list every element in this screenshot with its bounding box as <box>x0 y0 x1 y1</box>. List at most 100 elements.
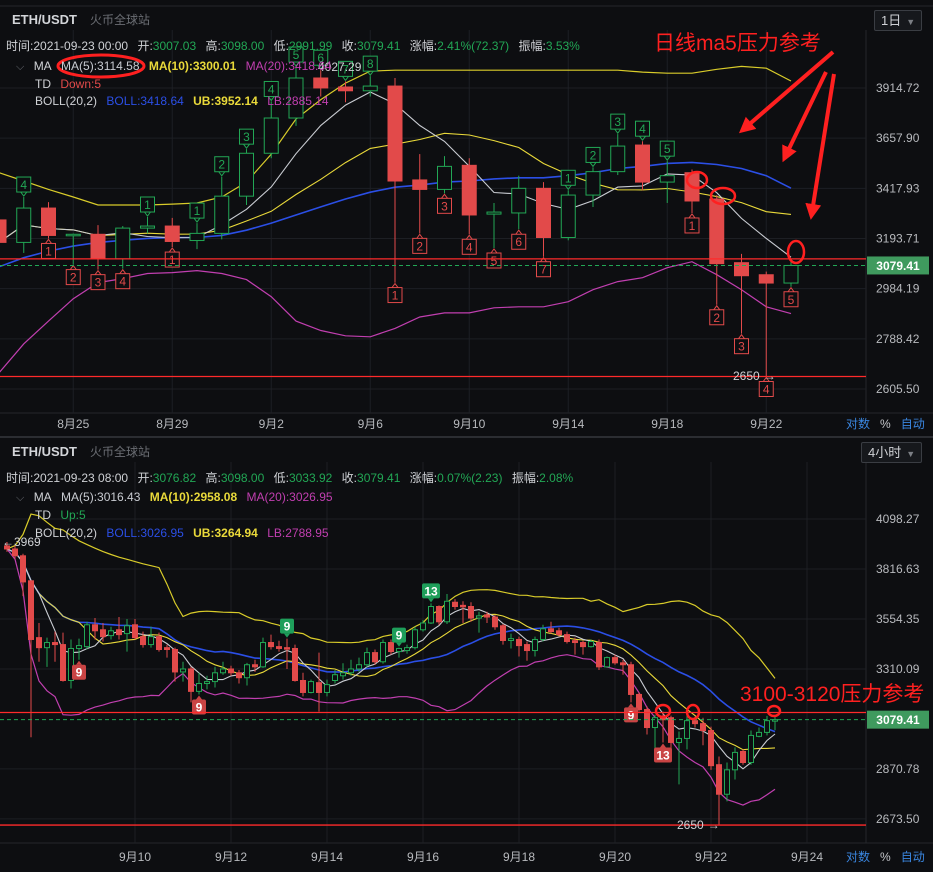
auto-scale-toggle[interactable]: 自动 <box>901 417 925 431</box>
candle-down[interactable] <box>292 644 298 682</box>
candle-down[interactable] <box>580 640 586 655</box>
candle-up[interactable] <box>748 730 754 765</box>
candle-up[interactable] <box>604 656 610 668</box>
candle-down[interactable] <box>0 215 7 245</box>
candle-down[interactable] <box>284 638 290 669</box>
candle-down[interactable] <box>268 634 274 650</box>
candle-up[interactable] <box>437 156 452 194</box>
candle-up[interactable] <box>486 202 502 248</box>
ma-indicator-row[interactable]: ⌵ MA MA(5):3114.58 MA(10):3300.01 MA(20)… <box>16 58 338 75</box>
log-scale-toggle[interactable]: 对数 <box>846 417 870 431</box>
charts-canvas[interactable]: 8月25 8月29 9月2 9月6 9月10 9月14 9月18 9月223914.72365… <box>0 0 933 872</box>
candle-down[interactable] <box>436 605 442 625</box>
candle-down[interactable] <box>716 756 722 826</box>
candle-down[interactable] <box>644 706 650 735</box>
candle-down[interactable] <box>492 614 498 630</box>
candle-down[interactable] <box>228 665 234 676</box>
interval-dropdown[interactable]: 1日 ▼ <box>874 10 923 31</box>
percent-toggle[interactable]: % <box>880 417 891 431</box>
candle-up[interactable] <box>420 620 426 632</box>
candle-down[interactable] <box>635 141 650 191</box>
candle-up[interactable] <box>404 644 410 654</box>
candle-down[interactable] <box>596 639 602 671</box>
candle-down[interactable] <box>132 619 138 640</box>
candle-up[interactable] <box>196 672 202 695</box>
candle-down[interactable] <box>276 640 282 652</box>
candle-down[interactable] <box>628 661 634 703</box>
candle-down[interactable] <box>116 617 122 640</box>
candle-up[interactable] <box>428 603 434 624</box>
candle-up[interactable] <box>239 149 254 205</box>
candle-down[interactable] <box>412 154 428 234</box>
candle-down[interactable] <box>516 636 522 657</box>
candle-up[interactable] <box>380 639 386 664</box>
candle-up[interactable] <box>783 261 799 287</box>
candle-down[interactable] <box>90 225 106 270</box>
candle-down[interactable] <box>740 749 746 765</box>
candle-up[interactable] <box>444 593 450 624</box>
candle-up[interactable] <box>476 611 482 633</box>
chevron-down-icon[interactable]: ⌵ <box>16 492 24 504</box>
candle-down[interactable] <box>452 599 458 610</box>
candle-up[interactable] <box>756 727 762 738</box>
candle-down[interactable] <box>20 553 26 597</box>
candle-down[interactable] <box>36 622 42 662</box>
candle-up[interactable] <box>263 101 279 159</box>
interval-dropdown[interactable]: 4小时 ▼ <box>861 442 923 463</box>
four-hour-chart[interactable]: 9月10 9月12 9月14 9月16 9月18 9月20 9月22 9月24 4098.27 3… <box>0 462 929 864</box>
candle-up[interactable] <box>76 638 82 660</box>
candle-up[interactable] <box>732 747 738 780</box>
candle-up[interactable] <box>108 626 114 640</box>
plot-area[interactable]: 9 9 13 9 9 9 13 <box>4 513 778 826</box>
candle-up[interactable] <box>560 190 576 241</box>
ma-indicator-row[interactable]: ⌵ MA MA(5):3016.43 MA(10):2958.08 MA(20)… <box>16 489 339 506</box>
candle-down[interactable] <box>572 637 578 655</box>
candle-up[interactable] <box>764 715 770 736</box>
candle-down[interactable] <box>460 601 466 623</box>
candle-up[interactable] <box>585 167 601 207</box>
candle-up[interactable] <box>724 762 730 802</box>
candle-down[interactable] <box>708 726 714 770</box>
candle-up[interactable] <box>16 197 32 253</box>
candle-down[interactable] <box>500 623 506 645</box>
candle-up[interactable] <box>214 176 230 240</box>
candle-up[interactable] <box>148 626 154 648</box>
candle-up[interactable] <box>180 661 186 682</box>
candle-up[interactable] <box>324 679 330 697</box>
candle-down[interactable] <box>41 202 56 239</box>
candle-down[interactable] <box>564 631 570 644</box>
candle-down[interactable] <box>338 81 353 103</box>
candle-down[interactable] <box>758 271 774 377</box>
candle-down[interactable] <box>316 652 322 712</box>
auto-scale-toggle[interactable]: 自动 <box>901 850 925 864</box>
candle-down[interactable] <box>60 632 66 682</box>
candle-up[interactable] <box>140 216 155 234</box>
candle-up[interactable] <box>532 636 538 657</box>
candle-up[interactable] <box>68 639 74 689</box>
candle-up[interactable] <box>772 715 778 731</box>
candle-down[interactable] <box>536 182 551 257</box>
candle-up[interactable] <box>659 161 675 203</box>
candle-down[interactable] <box>172 647 178 682</box>
chevron-down-icon[interactable]: ⌵ <box>16 61 24 73</box>
candle-up[interactable] <box>508 633 514 649</box>
candle-up[interactable] <box>84 621 90 650</box>
candle-down[interactable] <box>164 217 180 248</box>
candle-down[interactable] <box>188 666 194 703</box>
candle-up[interactable] <box>362 76 378 97</box>
candle-down[interactable] <box>300 672 306 697</box>
percent-toggle[interactable]: % <box>880 850 891 864</box>
candle-up[interactable] <box>44 637 50 667</box>
candle-down[interactable] <box>461 158 477 235</box>
candle-down[interactable] <box>668 715 674 750</box>
log-scale-toggle[interactable]: 对数 <box>846 850 870 864</box>
candle-up[interactable] <box>189 223 205 250</box>
candle-up[interactable] <box>364 647 370 668</box>
candle-up[interactable] <box>244 662 250 686</box>
candle-up[interactable] <box>511 175 527 230</box>
candle-up[interactable] <box>676 731 682 785</box>
candle-up[interactable] <box>308 679 314 694</box>
candle-up[interactable] <box>260 637 266 668</box>
candle-down[interactable] <box>524 641 530 661</box>
candle-down[interactable] <box>164 644 170 658</box>
